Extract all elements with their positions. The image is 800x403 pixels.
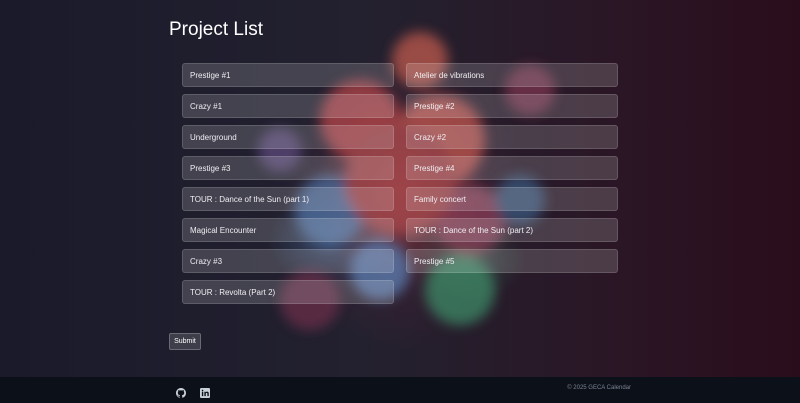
project-item[interactable]: Crazy #3 xyxy=(182,249,394,273)
github-icon[interactable] xyxy=(176,385,186,398)
submit-button[interactable]: Submit xyxy=(169,333,201,350)
project-item[interactable]: Prestige #3 xyxy=(182,156,394,180)
project-item[interactable]: TOUR : Dance of the Sun (part 2) xyxy=(406,218,618,242)
project-item[interactable]: Magical Encounter xyxy=(182,218,394,242)
project-item[interactable]: TOUR : Revolta (Part 2) xyxy=(182,280,394,304)
project-item[interactable]: Atelier de vibrations xyxy=(406,63,618,87)
project-item[interactable]: Crazy #1 xyxy=(182,94,394,118)
project-item[interactable]: Prestige #4 xyxy=(406,156,618,180)
project-item[interactable]: Prestige #1 xyxy=(182,63,394,87)
page-title: Project List xyxy=(169,19,263,40)
footer: © 2025 GECA Calendar xyxy=(0,377,800,403)
project-item[interactable]: Crazy #2 xyxy=(406,125,618,149)
project-item[interactable]: TOUR : Dance of the Sun (part 1) xyxy=(182,187,394,211)
linkedin-icon[interactable] xyxy=(200,385,210,398)
copyright-text: © 2025 GECA Calendar xyxy=(567,385,631,391)
project-item[interactable]: Underground xyxy=(182,125,394,149)
project-item[interactable]: Prestige #2 xyxy=(406,94,618,118)
project-item[interactable]: Family concert xyxy=(406,187,618,211)
project-grid: Prestige #1 Atelier de vibrations Crazy … xyxy=(182,63,618,304)
project-item[interactable]: Prestige #5 xyxy=(406,249,618,273)
